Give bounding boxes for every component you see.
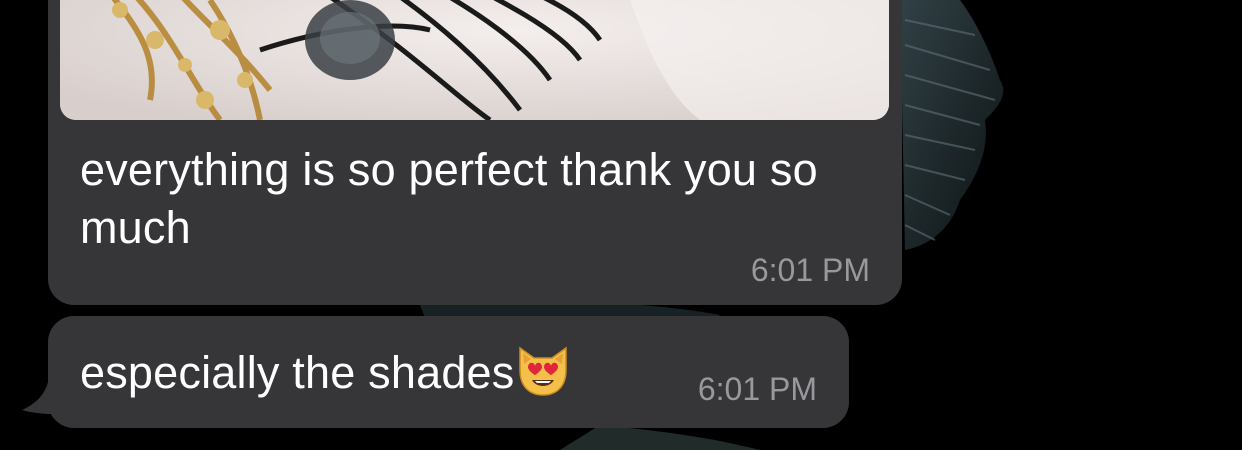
message-bubble[interactable]: especially the shades 6:01 PM [48, 316, 849, 428]
message-timestamp: 6:01 PM [750, 252, 870, 288]
message-text-content: especially the shades [80, 347, 515, 398]
message-text: especially the shades [80, 340, 572, 402]
chat-screen: everything is so perfect thank you so mu… [0, 0, 1242, 450]
message-bubble[interactable]: everything is so perfect thank you so mu… [48, 0, 902, 305]
jewelry-photo [60, 0, 889, 120]
message-text: everything is so perfect thank you so mu… [80, 144, 818, 253]
cat-heart-eyes-emoji-icon [519, 346, 568, 396]
message-timestamp: 6:01 PM [697, 371, 817, 407]
photo-attachment[interactable] [60, 0, 889, 120]
